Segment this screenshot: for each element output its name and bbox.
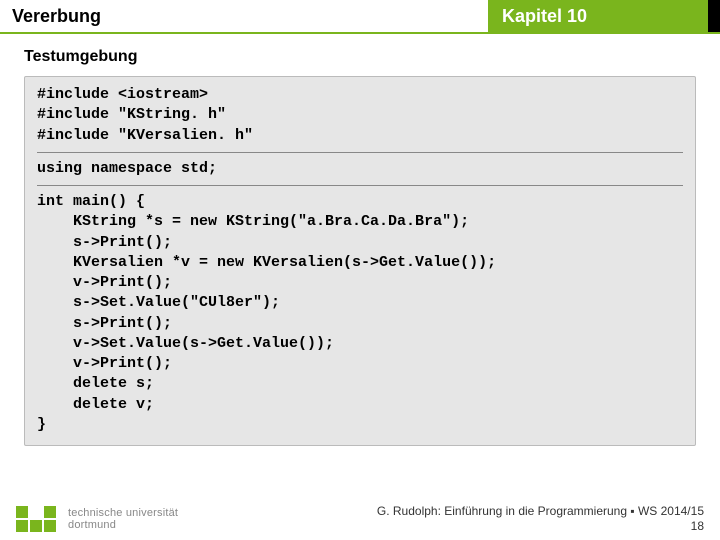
university-logo: technische universität dortmund — [16, 506, 178, 534]
code-main-line: } — [37, 416, 46, 433]
code-main-line: delete s; — [37, 375, 154, 392]
header-black-edge — [708, 0, 720, 32]
code-box: #include <iostream> #include "KString. h… — [24, 76, 696, 446]
slide-header: Vererbung Kapitel 10 — [0, 0, 720, 34]
header-right-chapter: Kapitel 10 — [488, 0, 708, 32]
code-include-line: #include "KVersalien. h" — [37, 127, 253, 144]
credit-text: G. Rudolph: Einführung in die Programmie… — [377, 504, 704, 519]
code-main-line: v->Set.Value(s->Get.Value()); — [37, 335, 334, 352]
code-include-line: #include <iostream> — [37, 86, 208, 103]
code-divider — [37, 185, 683, 186]
code-main-line: v->Print(); — [37, 355, 172, 372]
code-main-line: v->Print(); — [37, 274, 172, 291]
header-left-title: Vererbung — [0, 0, 488, 32]
code-main-line: s->Set.Value("CUl8er"); — [37, 294, 280, 311]
slide-content: Testumgebung #include <iostream> #includ… — [0, 34, 720, 446]
university-name: technische universität dortmund — [68, 508, 178, 531]
code-divider — [37, 152, 683, 153]
code-using-line: using namespace std; — [37, 160, 217, 177]
code-main-line: KString *s = new KString("a.Bra.Ca.Da.Br… — [37, 213, 469, 230]
code-main-line: s->Print(); — [37, 315, 172, 332]
university-name-line2: dortmund — [68, 520, 178, 532]
code-main-line: KVersalien *v = new KVersalien(s->Get.Va… — [37, 254, 496, 271]
slide-footer: technische universität dortmund G. Rudol… — [0, 504, 720, 534]
code-include-line: #include "KString. h" — [37, 106, 226, 123]
code-main-line: s->Print(); — [37, 234, 172, 251]
code-main-line: int main() { — [37, 193, 145, 210]
section-subtitle: Testumgebung — [24, 48, 696, 66]
tu-logo-icon — [16, 506, 60, 534]
code-main-line: delete v; — [37, 396, 154, 413]
footer-credit: G. Rudolph: Einführung in die Programmie… — [377, 504, 704, 534]
page-number: 18 — [377, 519, 704, 534]
